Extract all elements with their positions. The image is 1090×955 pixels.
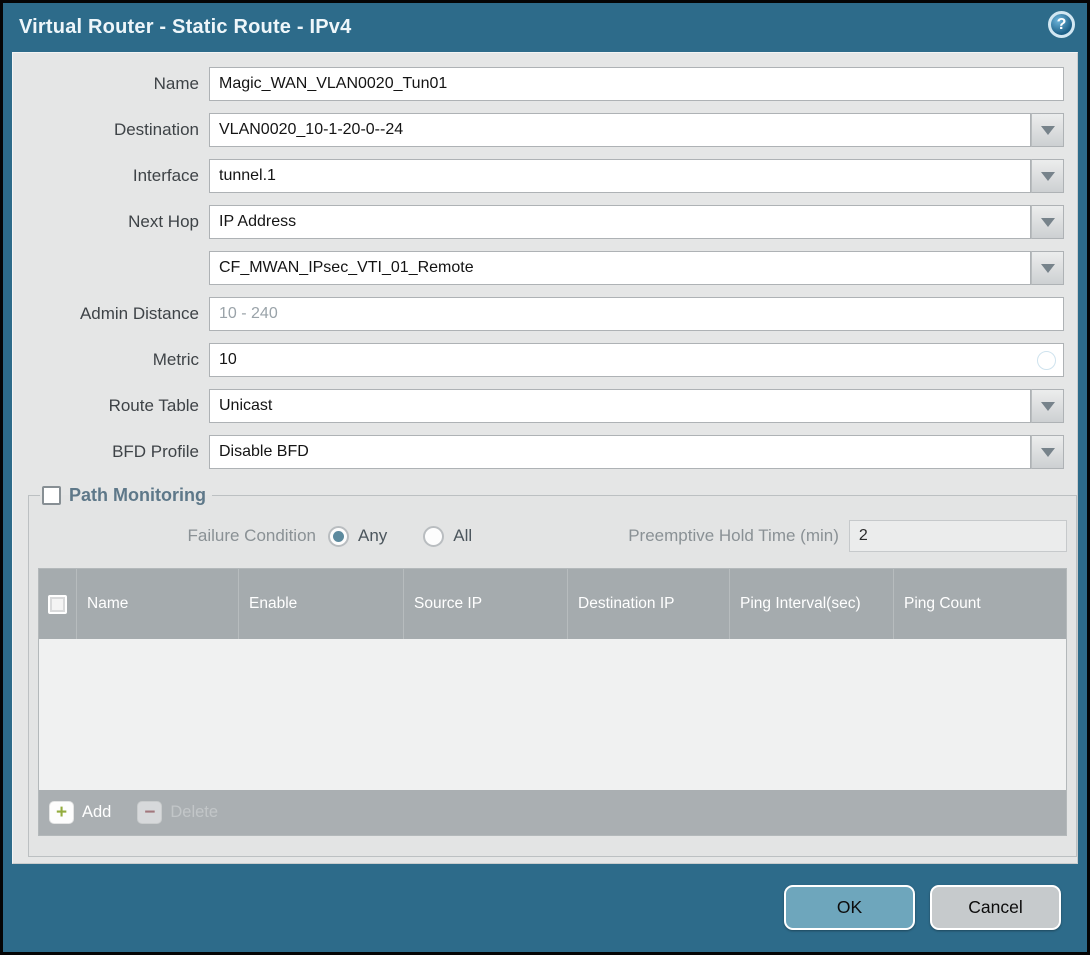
bfd-profile-input[interactable] xyxy=(209,435,1031,469)
route-table-input[interactable] xyxy=(209,389,1031,423)
cancel-button[interactable]: Cancel xyxy=(930,885,1061,930)
destination-input[interactable] xyxy=(209,113,1031,147)
path-monitoring-options: Failure Condition Any All Preemptive Hol… xyxy=(38,520,1067,552)
route-table-label: Route Table xyxy=(108,396,199,415)
table-header-row: Name Enable Source IP Destination IP Pin… xyxy=(39,569,1066,639)
form-row-interface: Interface xyxy=(13,159,1064,193)
column-header-ping-interval: Ping Interval(sec) xyxy=(730,569,894,639)
title-bar: Virtual Router - Static Route - IPv4 ? xyxy=(3,3,1087,52)
admin-distance-input[interactable] xyxy=(209,297,1064,331)
delete-button[interactable]: − Delete xyxy=(137,801,218,824)
next-hop-type-input[interactable] xyxy=(209,205,1031,239)
destination-dropdown-button[interactable] xyxy=(1031,113,1064,147)
static-route-dialog: Virtual Router - Static Route - IPv4 ? N… xyxy=(0,0,1090,955)
form-row-next-hop-address xyxy=(13,251,1064,285)
column-header-name: Name xyxy=(77,569,239,639)
metric-input[interactable] xyxy=(209,343,1064,377)
metric-label: Metric xyxy=(152,350,199,369)
form-row-route-table: Route Table xyxy=(13,389,1064,423)
select-all-checkbox[interactable] xyxy=(48,594,67,614)
name-label: Name xyxy=(153,74,199,93)
column-header-destination-ip: Destination IP xyxy=(568,569,730,639)
chevron-down-icon xyxy=(1040,401,1055,411)
chevron-down-icon xyxy=(1040,447,1055,457)
column-header-enable: Enable xyxy=(239,569,404,639)
dialog-content: Name Destination Interface xyxy=(12,52,1078,864)
failure-condition-all-radio[interactable] xyxy=(423,525,445,547)
form-row-name: Name xyxy=(13,67,1064,101)
failure-condition-any-radio[interactable] xyxy=(328,525,349,547)
next-hop-dropdown-button[interactable] xyxy=(1031,205,1064,239)
next-hop-label: Next Hop xyxy=(128,212,199,231)
dialog-title: Virtual Router - Static Route - IPv4 xyxy=(19,16,352,38)
column-header-source-ip: Source IP xyxy=(404,569,568,639)
select-all-checkbox-cell[interactable] xyxy=(39,569,77,639)
path-monitoring-title: Path Monitoring xyxy=(69,485,206,505)
ok-button[interactable]: OK xyxy=(784,885,915,930)
form-row-metric: Metric ? xyxy=(13,343,1064,377)
preemptive-hold-time-label: Preemptive Hold Time (min) xyxy=(628,526,839,545)
failure-condition-any-label: Any xyxy=(358,526,388,545)
preemptive-hold-time-input[interactable] xyxy=(848,520,1067,552)
name-input[interactable] xyxy=(209,67,1064,101)
add-button[interactable]: + Add xyxy=(49,801,111,824)
chevron-down-icon xyxy=(1040,125,1055,135)
bfd-profile-dropdown-button[interactable] xyxy=(1031,435,1064,469)
help-icon[interactable]: ? xyxy=(1048,11,1075,38)
route-table-dropdown-button[interactable] xyxy=(1031,389,1064,423)
path-monitoring-legend: Path Monitoring xyxy=(40,485,212,506)
add-icon: + xyxy=(49,801,74,824)
table-body-empty xyxy=(39,639,1066,790)
failure-condition-label: Failure Condition xyxy=(187,526,316,545)
interface-input[interactable] xyxy=(209,159,1031,193)
dialog-footer-buttons: OK Cancel xyxy=(784,885,1061,930)
form-row-admin-distance: Admin Distance xyxy=(13,297,1064,331)
form-row-destination: Destination xyxy=(13,113,1064,147)
bfd-profile-label: BFD Profile xyxy=(112,442,199,461)
chevron-down-icon xyxy=(1040,263,1055,273)
next-hop-address-input[interactable] xyxy=(209,251,1031,285)
path-monitoring-table: Name Enable Source IP Destination IP Pin… xyxy=(38,568,1067,836)
destination-label: Destination xyxy=(113,120,199,139)
chevron-down-icon xyxy=(1040,171,1055,181)
admin-distance-label: Admin Distance xyxy=(79,304,199,323)
path-monitoring-checkbox[interactable] xyxy=(42,486,61,505)
next-hop-address-dropdown-button[interactable] xyxy=(1031,251,1064,285)
column-header-ping-count: Ping Count xyxy=(904,594,981,612)
dialog-frame: Virtual Router - Static Route - IPv4 ? N… xyxy=(3,3,1087,952)
interface-label: Interface xyxy=(132,166,199,185)
delete-icon: − xyxy=(137,801,163,824)
failure-condition-all-label: All xyxy=(453,526,473,545)
metric-help-icon[interactable]: ? xyxy=(1037,351,1056,370)
table-toolbar: + Add − Delete xyxy=(39,790,1066,835)
path-monitoring-section: Path Monitoring Failure Condition Any Al… xyxy=(28,485,1077,857)
form-row-next-hop: Next Hop xyxy=(13,205,1064,239)
chevron-down-icon xyxy=(1040,217,1055,227)
interface-dropdown-button[interactable] xyxy=(1031,159,1064,193)
form-row-bfd-profile: BFD Profile xyxy=(13,435,1064,469)
